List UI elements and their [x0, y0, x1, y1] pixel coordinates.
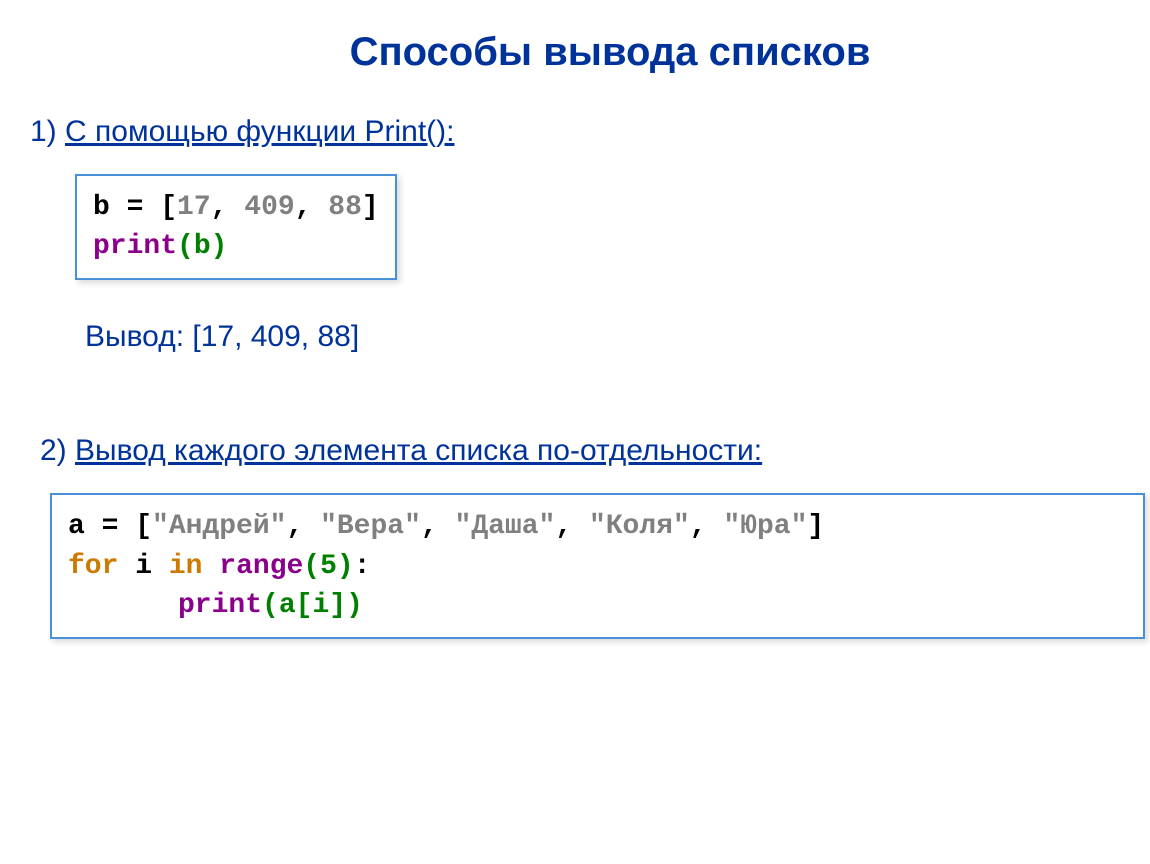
code-comma: , — [690, 511, 724, 542]
code-bracket-close: ] — [807, 511, 824, 542]
code-line-1: a = ["Андрей", "Вера", "Даша", "Коля", "… — [68, 507, 1127, 546]
code-func-range: range — [219, 551, 303, 582]
code-eq: = — [85, 511, 135, 542]
code-comma: , — [555, 511, 589, 542]
code-var-i: i — [135, 551, 152, 582]
code-bracket-open: [ — [160, 192, 177, 223]
code-func-print: print — [178, 590, 262, 621]
code-comma: , — [295, 192, 329, 223]
code-str-dasha: "Даша" — [455, 511, 556, 542]
code-arg-a: a — [279, 590, 296, 621]
code-bracket-close: ] — [362, 192, 379, 223]
code-paren-open: ( — [262, 590, 279, 621]
code-bracket-open: [ — [135, 511, 152, 542]
code-paren-close: ) — [337, 551, 354, 582]
code-line-3: print(a[i]) — [68, 586, 1127, 625]
code-bracket-open: [ — [296, 590, 313, 621]
code-eq: = — [110, 192, 160, 223]
code-space — [152, 551, 169, 582]
code-bracket-close: ] — [329, 590, 346, 621]
code-space — [118, 551, 135, 582]
code-func-print: print — [93, 231, 177, 262]
code-paren-close: ) — [346, 590, 363, 621]
code-str-andrey: "Андрей" — [152, 511, 286, 542]
code-block-2: a = ["Андрей", "Вера", "Даша", "Коля", "… — [50, 493, 1145, 639]
section-1-label: 1) С помощью функции Print(): — [30, 115, 1120, 149]
code-str-yura: "Юра" — [723, 511, 807, 542]
code-num-409: 409 — [244, 192, 294, 223]
code-colon: : — [354, 551, 371, 582]
section-2-num: 2) — [40, 434, 75, 467]
code-kw-in: in — [169, 551, 203, 582]
section-1-num: 1) — [30, 115, 65, 148]
code-comma: , — [211, 192, 245, 223]
code-comma: , — [286, 511, 320, 542]
code-comma: , — [421, 511, 455, 542]
code-paren-open: ( — [303, 551, 320, 582]
code-line-2: print(b) — [93, 227, 379, 266]
code-line-1: b = [17, 409, 88] — [93, 188, 379, 227]
code-num-5: 5 — [320, 551, 337, 582]
section-1-text: С помощью функции Print(): — [65, 115, 454, 148]
code-block-1: b = [17, 409, 88] print(b) — [75, 174, 397, 280]
code-var-i: i — [312, 590, 329, 621]
code-var-b: b — [93, 192, 110, 223]
code-num-17: 17 — [177, 192, 211, 223]
slide-title: Способы вывода списков — [100, 30, 1120, 75]
code-paren-open: ( — [177, 231, 194, 262]
code-num-88: 88 — [328, 192, 362, 223]
section-2-label: 2) Вывод каждого элемента списка по-отде… — [40, 434, 1120, 468]
code-var-a: a — [68, 511, 85, 542]
section-2-text: Вывод каждого элемента списка по-отдельн… — [75, 434, 762, 467]
output-text: Вывод: [17, 409, 88] — [85, 320, 1120, 354]
code-arg-b: b — [194, 231, 211, 262]
code-str-vera: "Вера" — [320, 511, 421, 542]
code-kw-for: for — [68, 551, 118, 582]
code-line-2: for i in range(5): — [68, 547, 1127, 586]
code-space — [202, 551, 219, 582]
code-paren-close: ) — [211, 231, 228, 262]
code-str-kolya: "Коля" — [589, 511, 690, 542]
